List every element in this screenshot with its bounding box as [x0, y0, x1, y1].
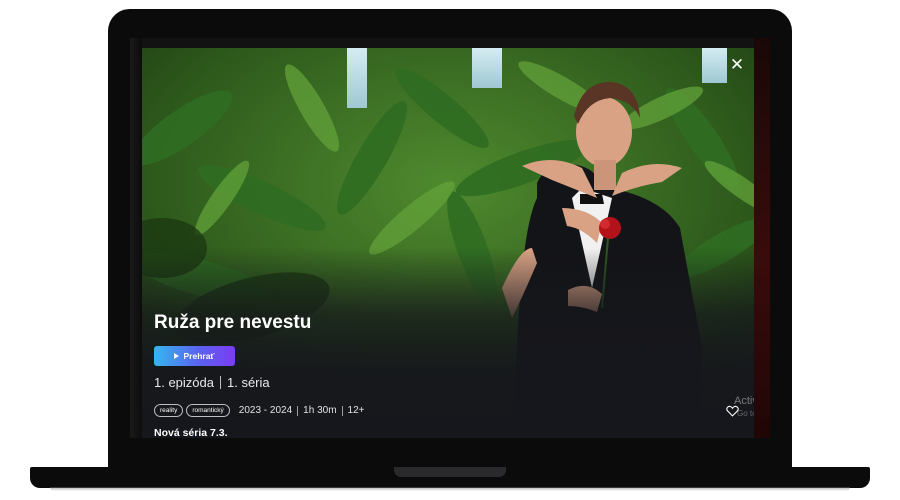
divider [220, 376, 221, 389]
age-rating-label: 12+ [347, 405, 365, 416]
season-label: 1. séria [227, 375, 270, 390]
episode-label: 1. epizóda [154, 375, 214, 390]
new-season-announcement: Nová séria 7.3. [154, 427, 228, 438]
show-title: Ruža pre nevestu [154, 312, 312, 333]
genre-tag[interactable]: romantický [186, 404, 230, 417]
laptop-shadow [50, 487, 850, 491]
episode-info: 1. epizóda 1. séria [154, 375, 270, 390]
play-button-label: Prehrať [183, 351, 215, 361]
background-edge-left [130, 38, 142, 438]
close-icon[interactable]: ✕ [728, 56, 746, 74]
play-button[interactable]: Prehrať [154, 346, 235, 366]
play-icon [174, 353, 180, 359]
genre-tag[interactable]: reality [154, 404, 184, 417]
activate-windows-subtext: Go to Set [737, 409, 754, 418]
laptop-notch [394, 467, 506, 477]
divider [341, 405, 343, 416]
show-meta: reality romantický 2023 - 2024 1h 30m 12… [154, 404, 365, 417]
duration-label: 1h 30m [303, 405, 337, 416]
show-detail-modal: ✕ Ruža pre nevestu Prehrať 1. epizóda 1.… [142, 48, 754, 438]
heart-icon[interactable] [726, 405, 739, 417]
background-edge-right [754, 38, 770, 438]
years-label: 2023 - 2024 [238, 405, 293, 416]
divider [297, 405, 299, 416]
laptop-screen: ✕ Ruža pre nevestu Prehrať 1. epizóda 1.… [130, 38, 770, 438]
